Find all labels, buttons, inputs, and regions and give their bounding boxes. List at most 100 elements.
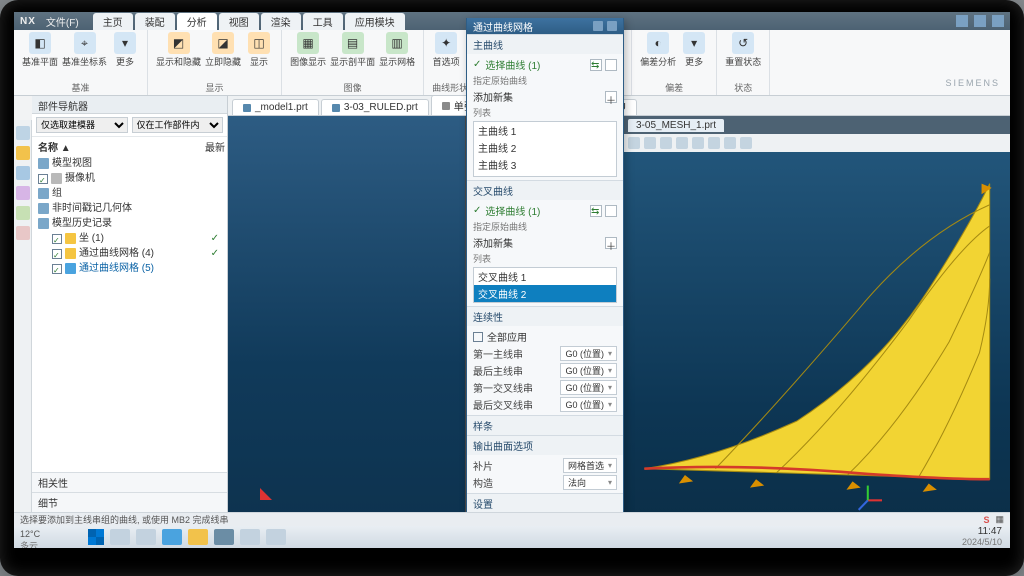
- nav-dependency[interactable]: 相关性: [32, 472, 227, 492]
- nav-history[interactable]: 模型历史记录: [52, 216, 112, 231]
- show-section-button[interactable]: ▤显示剖平面: [330, 32, 375, 68]
- reverse-dir-icon[interactable]: ⇆: [590, 59, 602, 71]
- v-first-m[interactable]: G0 (位置): [560, 346, 617, 361]
- taskbar-nx-icon[interactable]: [214, 529, 234, 545]
- vstrip-navigator-icon[interactable]: [16, 126, 30, 140]
- vp-tool-icon[interactable]: [676, 137, 688, 149]
- tab-view[interactable]: 视图: [219, 13, 259, 30]
- vstrip-history-icon[interactable]: [16, 186, 30, 200]
- image-display-button[interactable]: ▦图像显示: [290, 32, 326, 68]
- section-settings[interactable]: 设置: [467, 494, 623, 513]
- tab-assemble[interactable]: 装配: [135, 13, 175, 30]
- vp-tool-icon[interactable]: [628, 137, 640, 149]
- cross-curve-list[interactable]: 交叉曲线 1 交叉曲线 2: [473, 267, 617, 303]
- v-first-c[interactable]: G0 (位置): [560, 380, 617, 395]
- nav-group[interactable]: 组: [52, 186, 62, 201]
- show-grid-button[interactable]: ▥显示网格: [379, 32, 415, 68]
- nav-h2[interactable]: 通过曲线网格 (4): [79, 246, 154, 261]
- section-spline[interactable]: 样条: [467, 416, 623, 435]
- nav-filter2[interactable]: 仅在工作部件内: [132, 117, 224, 133]
- doctab-model1[interactable]: _model1.prt: [232, 99, 319, 115]
- status-grid-icon[interactable]: ▦: [995, 514, 1004, 525]
- tab-app[interactable]: 应用模块: [345, 13, 405, 30]
- vp-tool-icon[interactable]: [692, 137, 704, 149]
- menu-file[interactable]: 文件(F): [46, 14, 79, 29]
- tab-render[interactable]: 渲染: [261, 13, 301, 30]
- vp-tool-icon[interactable]: [724, 137, 736, 149]
- nav-details[interactable]: 细节: [32, 492, 227, 512]
- v-count[interactable]: 网格首选: [563, 458, 617, 473]
- window-icon[interactable]: [974, 15, 986, 27]
- chk-h2[interactable]: [52, 249, 62, 259]
- add-set-icon[interactable]: ＋: [605, 237, 617, 249]
- status-tool-icon[interactable]: S: [983, 515, 989, 525]
- deviation-button[interactable]: ◐偏差分析: [640, 32, 676, 68]
- show-hide-button[interactable]: ◩显示和隐藏: [156, 32, 201, 68]
- col-name[interactable]: 名称 ▲: [38, 141, 71, 156]
- section-cross-curves[interactable]: 交叉曲线: [467, 181, 623, 200]
- datum-csys-button[interactable]: ⌖基准坐标系: [62, 32, 107, 68]
- windows-start-icon[interactable]: [88, 529, 104, 545]
- list-item[interactable]: 交叉曲线 2: [474, 285, 616, 302]
- chk-h1[interactable]: [52, 234, 62, 244]
- taskbar-search-icon[interactable]: [110, 529, 130, 545]
- deviation-more-button[interactable]: ▾更多: [680, 32, 708, 68]
- tab-home[interactable]: 主页: [93, 13, 133, 30]
- list-item[interactable]: 主曲线 3: [474, 156, 616, 173]
- tab-tools[interactable]: 工具: [303, 13, 343, 30]
- show-button[interactable]: ◫显示: [245, 32, 273, 68]
- immediate-hide-button[interactable]: ◪立即隐藏: [205, 32, 241, 68]
- nav-model-views[interactable]: 模型视图: [52, 156, 92, 171]
- doctab-ruled[interactable]: 3-03_RULED.prt: [321, 99, 429, 115]
- pick-origin-cross[interactable]: 指定原始曲线: [473, 220, 527, 233]
- search-icon[interactable]: [956, 15, 968, 27]
- nav-filter1[interactable]: 仅选取建模器: [36, 117, 128, 133]
- dialog-close-icon[interactable]: [607, 21, 617, 31]
- main-curve-list[interactable]: 主曲线 1 主曲线 2 主曲线 3 主曲线 4: [473, 121, 617, 177]
- nav-non-ts[interactable]: 非时间戳记几何体: [52, 201, 132, 216]
- help-icon[interactable]: [992, 15, 1004, 27]
- curve-rule-icon[interactable]: [605, 205, 617, 217]
- dialog-help-icon[interactable]: [593, 21, 603, 31]
- taskbar-folder-icon[interactable]: [188, 529, 208, 545]
- nav-h3[interactable]: 通过曲线网格 (5): [79, 261, 154, 276]
- vp-tool-icon[interactable]: [644, 137, 656, 149]
- list-item[interactable]: 主曲线 4: [474, 173, 616, 177]
- tab-analysis[interactable]: 分析: [177, 13, 217, 30]
- pick-main-curves[interactable]: 选择曲线 (1): [485, 57, 540, 72]
- vstrip-assembly-icon[interactable]: [16, 146, 30, 160]
- taskbar-explorer-icon[interactable]: [136, 529, 156, 545]
- vstrip-constraint-icon[interactable]: [16, 166, 30, 180]
- vp-tool-icon[interactable]: [660, 137, 672, 149]
- list-item[interactable]: 交叉曲线 1: [474, 268, 616, 285]
- weather-widget[interactable]: 12°C多云: [20, 529, 40, 548]
- taskbar-clock[interactable]: 11:472024/5/10: [962, 527, 1002, 547]
- vp-tool-icon[interactable]: [740, 137, 752, 149]
- taskbar-edge-icon[interactable]: [162, 529, 182, 545]
- section-output[interactable]: 输出曲面选项: [467, 436, 623, 455]
- add-set-icon[interactable]: ＋: [605, 91, 617, 103]
- taskbar-app-icon[interactable]: [266, 529, 286, 545]
- curve-rule-icon[interactable]: [605, 59, 617, 71]
- chk-all-apply[interactable]: [473, 332, 483, 342]
- datum-more-button[interactable]: ▾更多: [111, 32, 139, 68]
- list-item[interactable]: 主曲线 1: [474, 122, 616, 139]
- vp-tool-icon[interactable]: [708, 137, 720, 149]
- pref-button[interactable]: ✦首选项: [432, 32, 460, 68]
- col-new[interactable]: 最新: [205, 141, 225, 156]
- nav-camera[interactable]: 摄像机: [65, 171, 95, 186]
- v-last-m[interactable]: G0 (位置): [560, 363, 617, 378]
- list-item[interactable]: 主曲线 2: [474, 139, 616, 156]
- vp-tab-mesh[interactable]: 3-05_MESH_1.prt: [628, 119, 724, 132]
- v-last-c[interactable]: G0 (位置): [560, 397, 617, 412]
- viewport-right[interactable]: 3-05_MESH_1.prt: [624, 116, 1010, 532]
- reset-state-button[interactable]: ↺重置状态: [725, 32, 761, 68]
- reverse-dir-icon[interactable]: ⇆: [590, 205, 602, 217]
- chk-h3[interactable]: [52, 264, 62, 274]
- chk-camera[interactable]: [38, 174, 48, 184]
- viewport-left[interactable]: [228, 116, 466, 532]
- taskbar-app-icon[interactable]: [240, 529, 260, 545]
- axis-gizmo-icon[interactable]: [248, 488, 272, 512]
- v-struct[interactable]: 法向: [563, 475, 617, 490]
- datum-plane-button[interactable]: ◧基准平面: [22, 32, 58, 68]
